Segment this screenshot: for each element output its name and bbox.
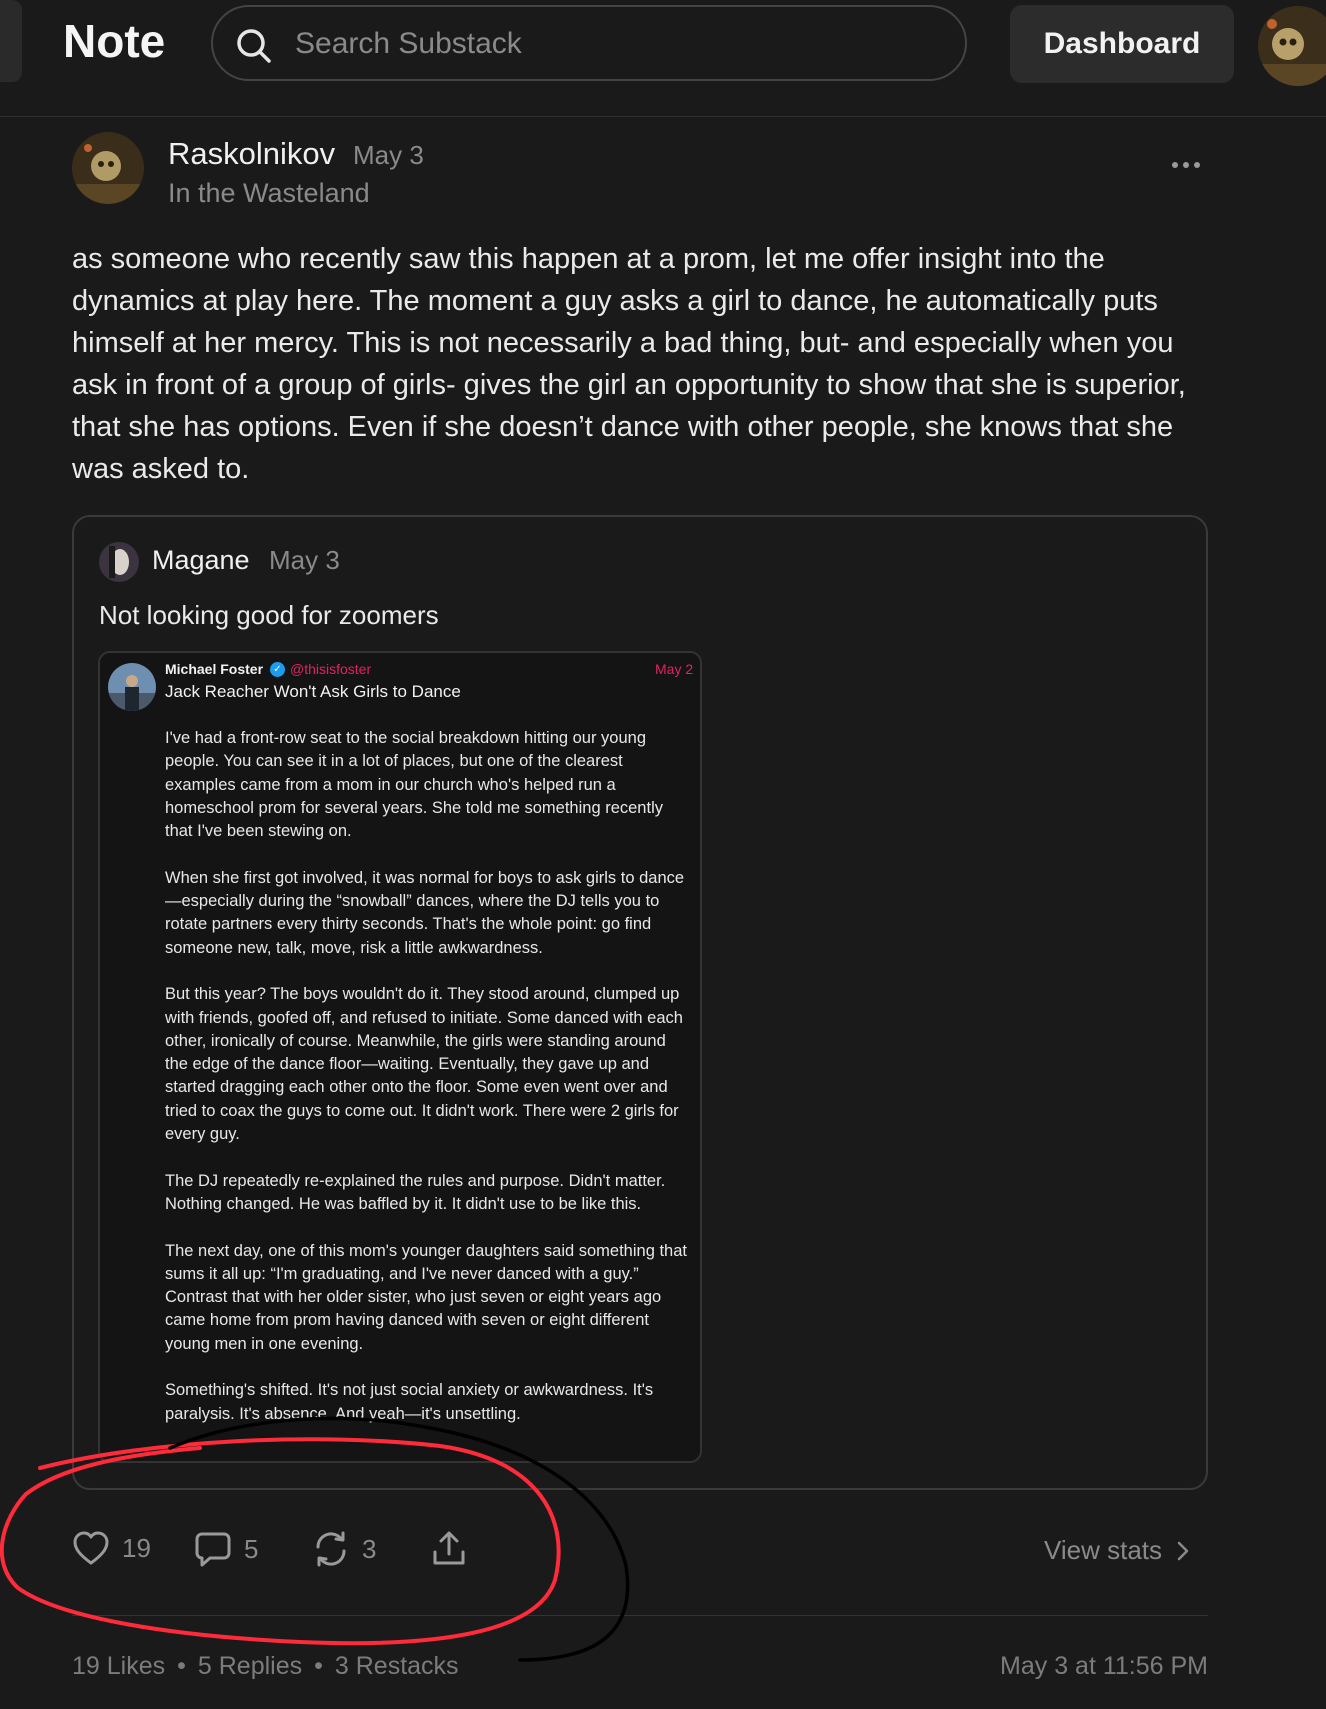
tweet-handle: @thisisfoster	[290, 661, 372, 677]
tweet-author-name: Michael Foster	[165, 661, 264, 677]
tweet-paragraph: Something's shifted. It's not just socia…	[165, 1381, 654, 1423]
like-count: 19	[122, 1532, 151, 1563]
more-icon[interactable]	[1172, 162, 1200, 168]
engagement-summary: 19 Likes • 5 Replies • 3 Restacks	[72, 1652, 459, 1681]
quoted-note[interactable]: Magane May 3 Not looking good for zoomer…	[72, 515, 1208, 1490]
replies-summary[interactable]: 5 Replies	[198, 1652, 302, 1680]
quoted-text: Not looking good for zoomers	[99, 600, 439, 630]
post-body: as someone who recently saw this happen …	[72, 243, 1186, 485]
view-stats-label: View stats	[1044, 1535, 1163, 1565]
quoted-author-name: Magane	[152, 545, 250, 575]
restack-button[interactable]: 3	[312, 1530, 376, 1568]
tweet-paragraph: The next day, one of this mom's younger …	[165, 1241, 687, 1353]
publication-name[interactable]: In the Wasteland	[168, 178, 370, 209]
tweet-paragraph: The DJ repeatedly re-explained the rules…	[165, 1171, 666, 1213]
restack-count: 3	[362, 1533, 377, 1564]
top-bar: Note Dashboard	[0, 0, 1326, 117]
tweet-paragraph: When she first got involved, it was norm…	[165, 868, 685, 957]
search-icon	[237, 29, 271, 63]
author-name[interactable]: Raskolnikov	[168, 136, 335, 172]
quoted-author-avatar	[99, 542, 139, 582]
user-avatar[interactable]	[1258, 6, 1326, 86]
chevron-right-icon	[1177, 1541, 1189, 1560]
separator: •	[314, 1652, 323, 1680]
verified-icon: ✓	[270, 662, 285, 677]
restacks-summary[interactable]: 3 Restacks	[335, 1652, 459, 1680]
back-button[interactable]	[0, 0, 22, 82]
dashboard-button[interactable]: Dashboard	[1010, 5, 1234, 83]
separator: •	[177, 1652, 186, 1680]
heart-icon	[73, 1531, 109, 1565]
quoted-date: May 3	[269, 545, 340, 575]
author-avatar[interactable]	[72, 132, 144, 204]
tweet-paragraph: But this year? The boys wouldn't do it. …	[165, 985, 683, 1144]
page-title: Note	[63, 15, 166, 67]
post-timestamp: May 3 at 11:56 PM	[1000, 1652, 1208, 1680]
tweet-avatar	[108, 663, 156, 711]
comment-count: 5	[244, 1533, 259, 1564]
post-date: May 3	[353, 140, 424, 170]
comment-button[interactable]: 5	[194, 1530, 258, 1568]
comment-icon	[195, 1532, 231, 1567]
divider	[72, 1615, 1208, 1616]
share-icon	[433, 1531, 465, 1565]
tweet-title: Jack Reacher Won't Ask Girls to Dance	[165, 682, 461, 701]
likes-summary[interactable]: 19 Likes	[72, 1652, 165, 1680]
share-button[interactable]	[430, 1530, 468, 1568]
search-bar[interactable]	[211, 5, 967, 81]
tweet-body: I've had a front-row seat to the social …	[165, 727, 693, 1449]
restack-icon	[316, 1531, 346, 1567]
embedded-screenshot[interactable]: Michael Foster ✓ @thisisfoster May 2 Jac…	[98, 651, 702, 1463]
like-button[interactable]: 19	[72, 1530, 151, 1566]
tweet-date: May 2	[655, 661, 694, 677]
tweet-paragraph: I've had a front-row seat to the social …	[165, 729, 663, 841]
view-stats-link[interactable]: View stats	[1044, 1535, 1190, 1566]
search-input[interactable]	[293, 21, 937, 67]
